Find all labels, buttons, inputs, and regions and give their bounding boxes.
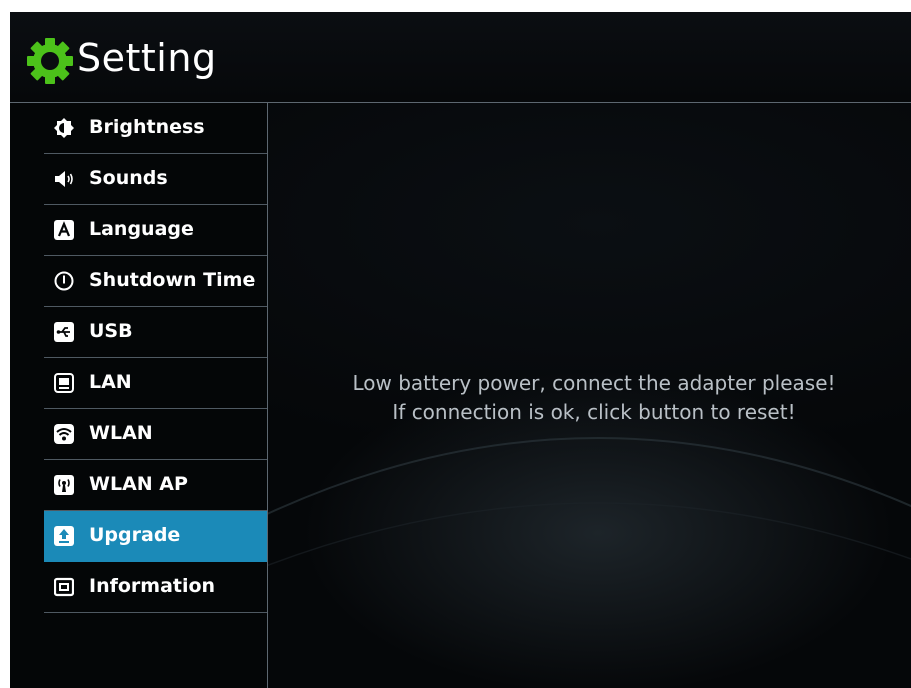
sidebar-item-lan[interactable]: LAN: [44, 358, 267, 409]
low-battery-message: Low battery power, connect the adapter p…: [268, 369, 911, 427]
sidebar-item-sounds[interactable]: Sounds: [44, 154, 267, 205]
sidebar-item-label: Language: [89, 218, 194, 240]
information-icon: [54, 577, 74, 597]
speaker-icon: [54, 169, 74, 189]
message-line-1: Low battery power, connect the adapter p…: [352, 371, 836, 395]
wifi-icon: [54, 424, 74, 444]
sidebar-item-label: Brightness: [89, 116, 205, 138]
sidebar-item-upgrade[interactable]: Upgrade: [44, 511, 267, 562]
sidebar-item-label: USB: [89, 320, 133, 342]
sidebar-item-label: Sounds: [89, 167, 168, 189]
lan-icon: [54, 373, 74, 393]
sidebar-item-label: LAN: [89, 371, 132, 393]
sidebar-item-label: Information: [89, 575, 216, 597]
sidebar-item-language[interactable]: Language: [44, 205, 267, 256]
usb-icon: [54, 322, 74, 342]
message-line-2: If connection is ok, click button to res…: [392, 400, 796, 424]
settings-sidebar: Brightness Sounds Language Shutdown Time…: [10, 103, 268, 688]
page-title: Setting: [77, 36, 217, 80]
brightness-icon: [54, 118, 74, 138]
sidebar-item-label: WLAN AP: [89, 473, 188, 495]
wireless-ap-icon: [54, 475, 74, 495]
sidebar-item-label: Shutdown Time: [89, 269, 256, 291]
upgrade-icon: [54, 526, 74, 546]
sidebar-item-label: Upgrade: [89, 524, 181, 546]
header-bar: Setting: [10, 12, 911, 103]
power-icon: [54, 271, 74, 291]
settings-screen: Setting Brightness Sounds Language Shutd…: [10, 12, 911, 688]
sidebar-item-information[interactable]: Information: [44, 562, 267, 613]
sidebar-item-brightness[interactable]: Brightness: [44, 103, 267, 154]
sidebar-item-wlan-ap[interactable]: WLAN AP: [44, 460, 267, 511]
language-icon: [54, 220, 74, 240]
sidebar-item-wlan[interactable]: WLAN: [44, 409, 267, 460]
sidebar-item-shutdown-time[interactable]: Shutdown Time: [44, 256, 267, 307]
sidebar-item-label: WLAN: [89, 422, 153, 444]
content-panel: Low battery power, connect the adapter p…: [268, 103, 911, 688]
sidebar-item-usb[interactable]: USB: [44, 307, 267, 358]
gear-icon: [27, 38, 73, 84]
